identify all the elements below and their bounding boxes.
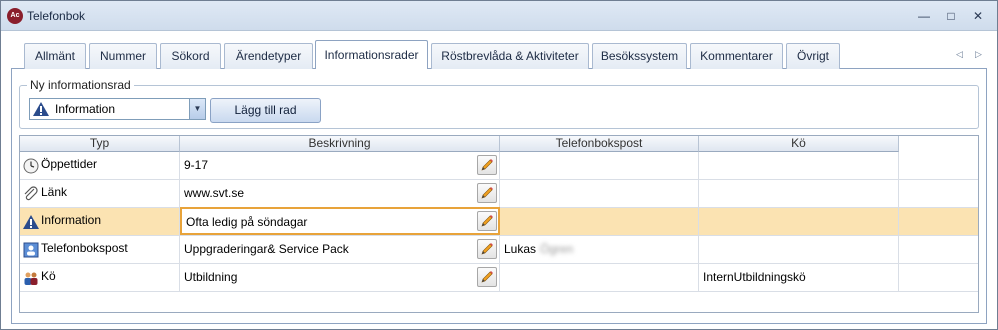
contact-cell[interactable] xyxy=(500,180,699,207)
queue-text: InternUtbildningskö xyxy=(703,270,806,284)
tab-scroll-right-icon[interactable]: ▷ xyxy=(975,49,982,60)
edit-button[interactable] xyxy=(477,155,497,175)
table-row[interactable]: Öppettider 9-17 xyxy=(20,152,978,180)
tab-ovrigt[interactable]: Övrigt xyxy=(786,43,840,69)
contact-cell[interactable] xyxy=(500,208,699,235)
tab-arendetyper[interactable]: Ärendetyper xyxy=(224,43,313,69)
contact-cell[interactable]: Lukas Ögren xyxy=(500,236,699,263)
clock-icon xyxy=(23,158,39,174)
edit-button[interactable] xyxy=(477,239,497,259)
description-cell[interactable]: Utbildning xyxy=(180,264,500,291)
table-row[interactable]: Länk www.svt.se xyxy=(20,180,978,208)
contact-text: Lukas xyxy=(504,242,537,256)
description-text: www.svt.se xyxy=(184,186,245,200)
type-cell[interactable]: Telefonbokspost xyxy=(20,236,180,263)
info-rows-grid: Typ Beskrivning Telefonbokspost Kö Öppet… xyxy=(19,135,979,313)
app-logo-icon: Ac xyxy=(7,8,23,24)
telefonbok-window: Ac Telefonbok — □ ✕ Allmänt Nummer Sökor… xyxy=(0,0,998,330)
tab-allmant[interactable]: Allmänt xyxy=(24,43,86,69)
tab-kommentarer[interactable]: Kommentarer xyxy=(690,43,783,69)
description-text: Uppgraderingar& Service Pack xyxy=(184,242,349,256)
tab-informationsrader[interactable]: Informationsrader xyxy=(315,40,428,70)
contact-card-icon xyxy=(23,242,39,258)
description-cell[interactable]: Ofta ledig på söndagar xyxy=(180,207,500,235)
close-button[interactable]: ✕ xyxy=(969,8,987,24)
type-label: Kö xyxy=(41,269,56,283)
chevron-down-icon[interactable]: ▼ xyxy=(189,99,205,119)
pencil-icon xyxy=(481,243,493,255)
add-row-button[interactable]: Lägg till rad xyxy=(210,98,321,123)
informationsrader-panel: Ny informationsrad Information ▼ Lägg ti… xyxy=(11,69,987,324)
description-cell[interactable]: Uppgraderingar& Service Pack xyxy=(180,236,500,263)
tab-nummer[interactable]: Nummer xyxy=(89,43,157,69)
description-cell[interactable]: www.svt.se xyxy=(180,180,500,207)
tab-besokssystem[interactable]: Besökssystem xyxy=(592,43,687,69)
column-header-telefonbokspost[interactable]: Telefonbokspost xyxy=(500,136,699,152)
table-row-selected[interactable]: Information Ofta ledig på söndagar xyxy=(20,207,978,236)
description-cell[interactable]: 9-17 xyxy=(180,152,500,179)
contact-cell[interactable] xyxy=(500,264,699,291)
contact-surname-blurred: Ögren xyxy=(540,242,574,256)
edit-button[interactable] xyxy=(477,211,497,231)
pencil-icon xyxy=(481,187,493,199)
tab-rostbrevlada[interactable]: Röstbrevlåda & Aktiviteter xyxy=(431,43,589,69)
description-text: Ofta ledig på söndagar xyxy=(186,215,308,229)
contact-cell[interactable] xyxy=(500,152,699,179)
pencil-icon xyxy=(481,159,493,171)
queue-cell[interactable] xyxy=(699,180,899,207)
new-row-legend: Ny informationsrad xyxy=(27,78,134,92)
edit-button[interactable] xyxy=(477,183,497,203)
column-header-ko[interactable]: Kö xyxy=(699,136,899,152)
tab-sokord[interactable]: Sökord xyxy=(160,43,221,69)
queue-cell[interactable] xyxy=(699,236,899,263)
column-header-typ[interactable]: Typ xyxy=(20,136,180,152)
table-row[interactable]: Telefonbokspost Uppgraderingar& Service … xyxy=(20,236,978,264)
info-warning-icon xyxy=(23,215,39,229)
type-label: Öppettider xyxy=(41,157,98,171)
type-label: Telefonbokspost xyxy=(41,241,128,255)
pencil-icon xyxy=(481,215,493,227)
paperclip-icon xyxy=(24,186,38,201)
queue-cell[interactable]: InternUtbildningskö xyxy=(699,264,899,291)
maximize-button[interactable]: □ xyxy=(942,8,960,24)
pencil-icon xyxy=(481,271,493,283)
type-cell[interactable]: Länk xyxy=(20,180,180,207)
description-text: Utbildning xyxy=(184,270,238,284)
table-row[interactable]: Kö Utbildning InternUtbildningskö xyxy=(20,264,978,292)
people-icon xyxy=(24,272,38,285)
queue-cell[interactable] xyxy=(699,152,899,179)
window-title: Telefonbok xyxy=(27,9,86,23)
minimize-button[interactable]: — xyxy=(915,8,933,24)
info-warning-icon xyxy=(33,102,49,116)
type-cell[interactable]: Kö xyxy=(20,264,180,291)
column-header-beskrivning[interactable]: Beskrivning xyxy=(180,136,500,152)
row-type-select[interactable]: Information ▼ xyxy=(29,98,206,120)
edit-button[interactable] xyxy=(477,267,497,287)
tab-strip: Allmänt Nummer Sökord Ärendetyper Inform… xyxy=(11,39,987,70)
type-cell[interactable]: Öppettider xyxy=(20,152,180,179)
type-cell[interactable]: Information xyxy=(20,208,180,235)
row-type-value: Information xyxy=(55,102,116,116)
tab-scroll-left-icon[interactable]: ◁ xyxy=(956,49,963,60)
title-bar[interactable]: Ac Telefonbok — □ ✕ xyxy=(1,1,997,31)
type-label: Information xyxy=(41,213,102,227)
queue-cell[interactable] xyxy=(699,208,899,235)
type-label: Länk xyxy=(41,185,68,199)
description-text: 9-17 xyxy=(184,158,209,172)
